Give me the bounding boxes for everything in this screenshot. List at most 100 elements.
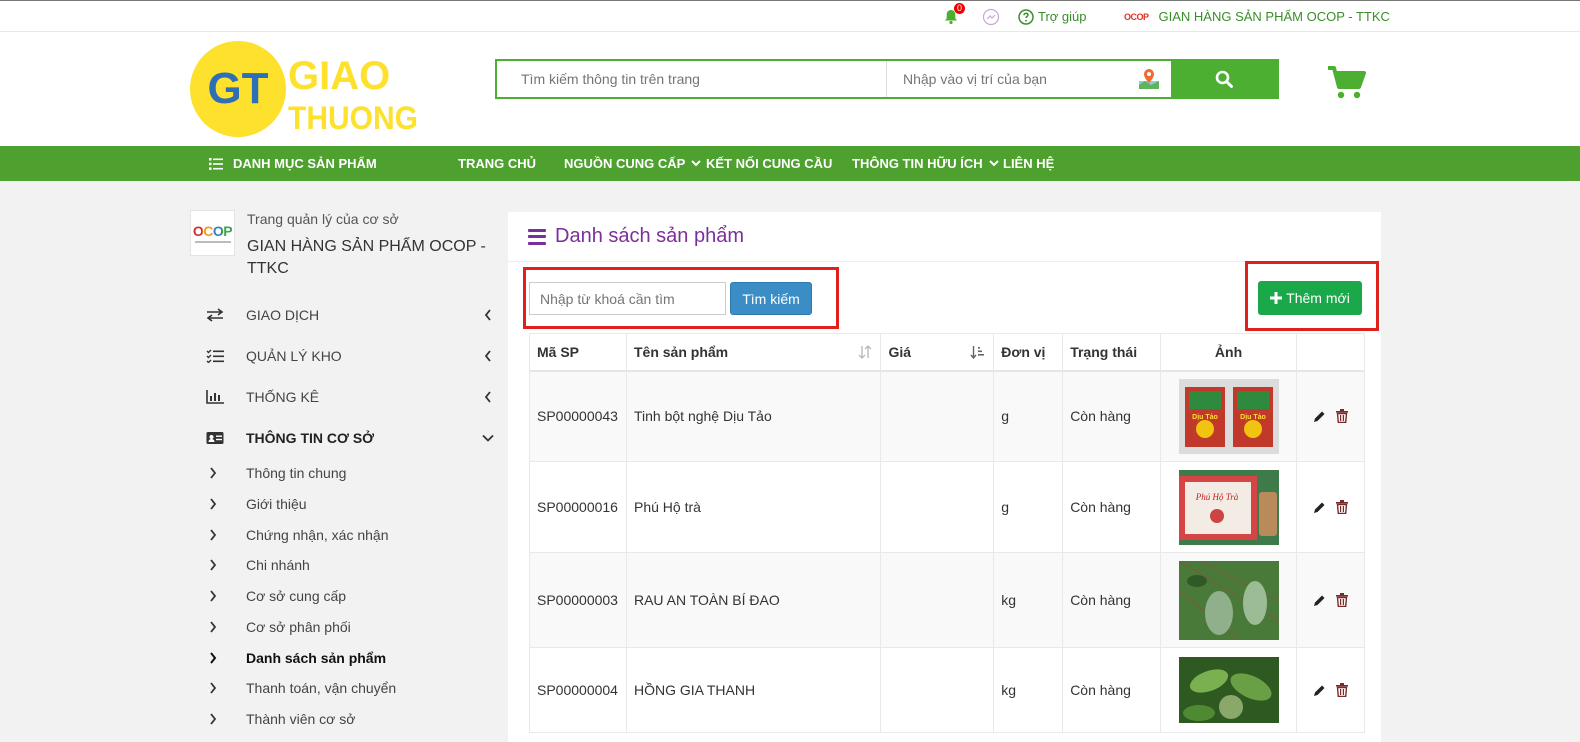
- sidebar-subitem-label: Chi nhánh: [246, 557, 310, 573]
- table-header-row: Mã SP Tên sản phẩm Giá Đơn vị Trạng thái…: [529, 333, 1365, 372]
- site-logo[interactable]: GT GIAO THUONG: [190, 41, 430, 137]
- sidebar-subtitle: Trang quản lý của cơ sở: [247, 211, 399, 227]
- logo-line-1: GIAO: [288, 54, 390, 98]
- nav-category-menu[interactable]: DANH MỤC SẢN PHẨM: [209, 146, 377, 181]
- cell-actions: [1296, 461, 1365, 553]
- notification-button[interactable]: 0: [940, 1, 966, 32]
- sidebar-subitem-suppliers[interactable]: Cơ sở cung cấp: [209, 585, 346, 607]
- sidebar-subitem-label: Danh sách sản phẩm: [246, 650, 387, 666]
- location-input[interactable]: [887, 61, 1127, 97]
- keyword-search-input[interactable]: [529, 282, 726, 315]
- edit-icon[interactable]: [1313, 501, 1326, 514]
- header: GT GIAO THUONG: [0, 32, 1580, 146]
- sidebar-subitem-introduction[interactable]: Giới thiệu: [209, 493, 307, 515]
- trash-icon[interactable]: [1336, 683, 1348, 697]
- edit-icon[interactable]: [1313, 594, 1326, 607]
- nav-item-suppliers[interactable]: NGUỒN CUNG CẤP: [564, 146, 702, 181]
- chevron-left-icon: [481, 350, 495, 362]
- chevron-right-icon: [209, 652, 221, 664]
- cell-image: Phú Hộ Trà: [1160, 461, 1297, 553]
- bar-chart-icon: [205, 389, 225, 405]
- search-button[interactable]: [1171, 61, 1277, 97]
- chevron-left-icon: [481, 391, 495, 403]
- cell-status: Còn hàng: [1062, 552, 1162, 648]
- sidebar-subitem-product-list[interactable]: Danh sách sản phẩm: [209, 647, 386, 669]
- search-bar: [495, 59, 1279, 99]
- top-bar: 0 Trợ giúp OCOP GIAN HÀNG SẢN PHẨM OCOP …: [0, 0, 1580, 32]
- sidebar-subitem-members[interactable]: Thành viên cơ sở: [209, 708, 355, 730]
- sidebar-subitem-label: Thanh toán, vận chuyển: [246, 680, 397, 696]
- sidebar-subitem-branches[interactable]: Chi nhánh: [209, 554, 310, 576]
- ocop-mini-logo: OCOP: [1124, 11, 1149, 22]
- sidebar-shop-title: GIAN HÀNG SẢN PHẨM OCOP - TTKC: [247, 238, 486, 277]
- nav-item-useful-info[interactable]: THÔNG TIN HỮU ÍCH: [852, 146, 999, 181]
- edit-icon[interactable]: [1313, 684, 1326, 697]
- cell-unit: kg: [993, 552, 1064, 648]
- column-header-status[interactable]: Trạng thái: [1062, 333, 1162, 372]
- nav-item-supply-demand[interactable]: KẾT NỐI CUNG CẦU: [706, 146, 832, 181]
- sidebar-subitem-distributors[interactable]: Cơ sở phân phối: [209, 616, 351, 638]
- table-row: SP00000043 Tinh bột nghệ Dịu Tảo g Còn h…: [529, 370, 1365, 462]
- sidebar-subitem-payment-shipping[interactable]: Thanh toán, vận chuyển: [209, 677, 396, 699]
- cell-unit: kg: [993, 647, 1064, 733]
- nav-item-home[interactable]: TRANG CHỦ: [458, 146, 536, 181]
- cart-button[interactable]: [1326, 64, 1366, 100]
- search-input[interactable]: [497, 61, 887, 97]
- cell-actions: [1296, 647, 1365, 733]
- cell-image: Dịu Tảo Dịu Tảo: [1160, 370, 1297, 462]
- column-header-code[interactable]: Mã SP: [529, 333, 627, 372]
- chevron-right-icon: [209, 590, 221, 602]
- chevron-right-icon: [209, 559, 221, 571]
- edit-icon[interactable]: [1313, 410, 1326, 423]
- chevron-left-icon: [481, 309, 495, 321]
- sidebar-subitem-certifications[interactable]: Chứng nhận, xác nhận: [209, 524, 388, 546]
- swap-icon: [205, 307, 225, 323]
- nav-item-supply-demand-label: KẾT NỐI CUNG CẦU: [706, 156, 833, 171]
- id-card-icon: [205, 430, 225, 446]
- sidebar-item-statistics[interactable]: THỐNG KÊ: [205, 385, 495, 409]
- sidebar-header: OCOP Trang quản lý của cơ sở GIAN HÀNG S…: [190, 210, 500, 280]
- sidebar-subitem-label: Giới thiệu: [246, 496, 307, 512]
- sort-amount-down-icon[interactable]: [970, 345, 985, 359]
- sidebar-item-transactions[interactable]: GIAO DỊCH: [205, 303, 495, 327]
- shop-name: GIAN HÀNG SẢN PHẨM OCOP - TTKC: [1158, 9, 1390, 24]
- sidebar-item-warehouse[interactable]: QUẢN LÝ KHO: [205, 344, 495, 368]
- sidebar-subitem-label: Thành viên cơ sở: [246, 711, 356, 727]
- panel-header: Danh sách sản phẩm: [508, 212, 1381, 262]
- sidebar-item-business-info[interactable]: THÔNG TIN CƠ SỞ: [205, 426, 495, 450]
- sidebar-subitem-label: Thông tin chung: [246, 465, 347, 481]
- add-product-label: Thêm mới: [1286, 290, 1350, 306]
- nav-item-contact[interactable]: LIÊN HỆ: [1003, 146, 1054, 181]
- hamburger-icon: [528, 228, 546, 245]
- messages-button[interactable]: [980, 1, 1002, 32]
- chevron-down-icon: [481, 434, 495, 442]
- cell-price: [880, 552, 995, 648]
- trash-icon[interactable]: [1336, 500, 1348, 514]
- sidebar-item-label: THÔNG TIN CƠ SỞ: [246, 430, 375, 446]
- cell-price: [880, 461, 995, 553]
- map-pin-icon[interactable]: [1127, 61, 1171, 97]
- column-header-unit[interactable]: Đơn vị: [993, 333, 1064, 372]
- chevron-down-icon: [691, 160, 702, 167]
- cell-price: [880, 647, 995, 733]
- cell-status: Còn hàng: [1062, 647, 1162, 733]
- question-icon: [1018, 8, 1034, 25]
- product-thumbnail[interactable]: Dịu Tảo Dịu Tảo: [1178, 378, 1279, 454]
- sort-icon[interactable]: [858, 345, 872, 359]
- column-header-price[interactable]: Giá: [880, 333, 995, 372]
- product-thumbnail[interactable]: Phú Hộ Trà: [1178, 469, 1279, 545]
- cell-code: SP00000003: [529, 552, 627, 648]
- help-link[interactable]: Trợ giúp: [1018, 1, 1087, 32]
- product-thumbnail[interactable]: [1178, 657, 1279, 723]
- sidebar-subitem-general-info[interactable]: Thông tin chung: [209, 462, 346, 484]
- product-thumbnail[interactable]: [1178, 560, 1279, 640]
- column-header-actions: [1296, 333, 1365, 372]
- keyword-search-button[interactable]: Tìm kiếm: [730, 282, 812, 315]
- chat-icon: [982, 8, 1000, 25]
- table-row: SP00000016 Phú Hộ trà g Còn hàng Phú Hộ …: [529, 461, 1365, 553]
- trash-icon[interactable]: [1336, 409, 1348, 424]
- shop-link[interactable]: OCOP GIAN HÀNG SẢN PHẨM OCOP - TTKC: [1124, 1, 1390, 32]
- column-header-name[interactable]: Tên sản phẩm: [625, 333, 882, 372]
- trash-icon[interactable]: [1336, 593, 1348, 607]
- add-product-button[interactable]: Thêm mới: [1258, 281, 1362, 315]
